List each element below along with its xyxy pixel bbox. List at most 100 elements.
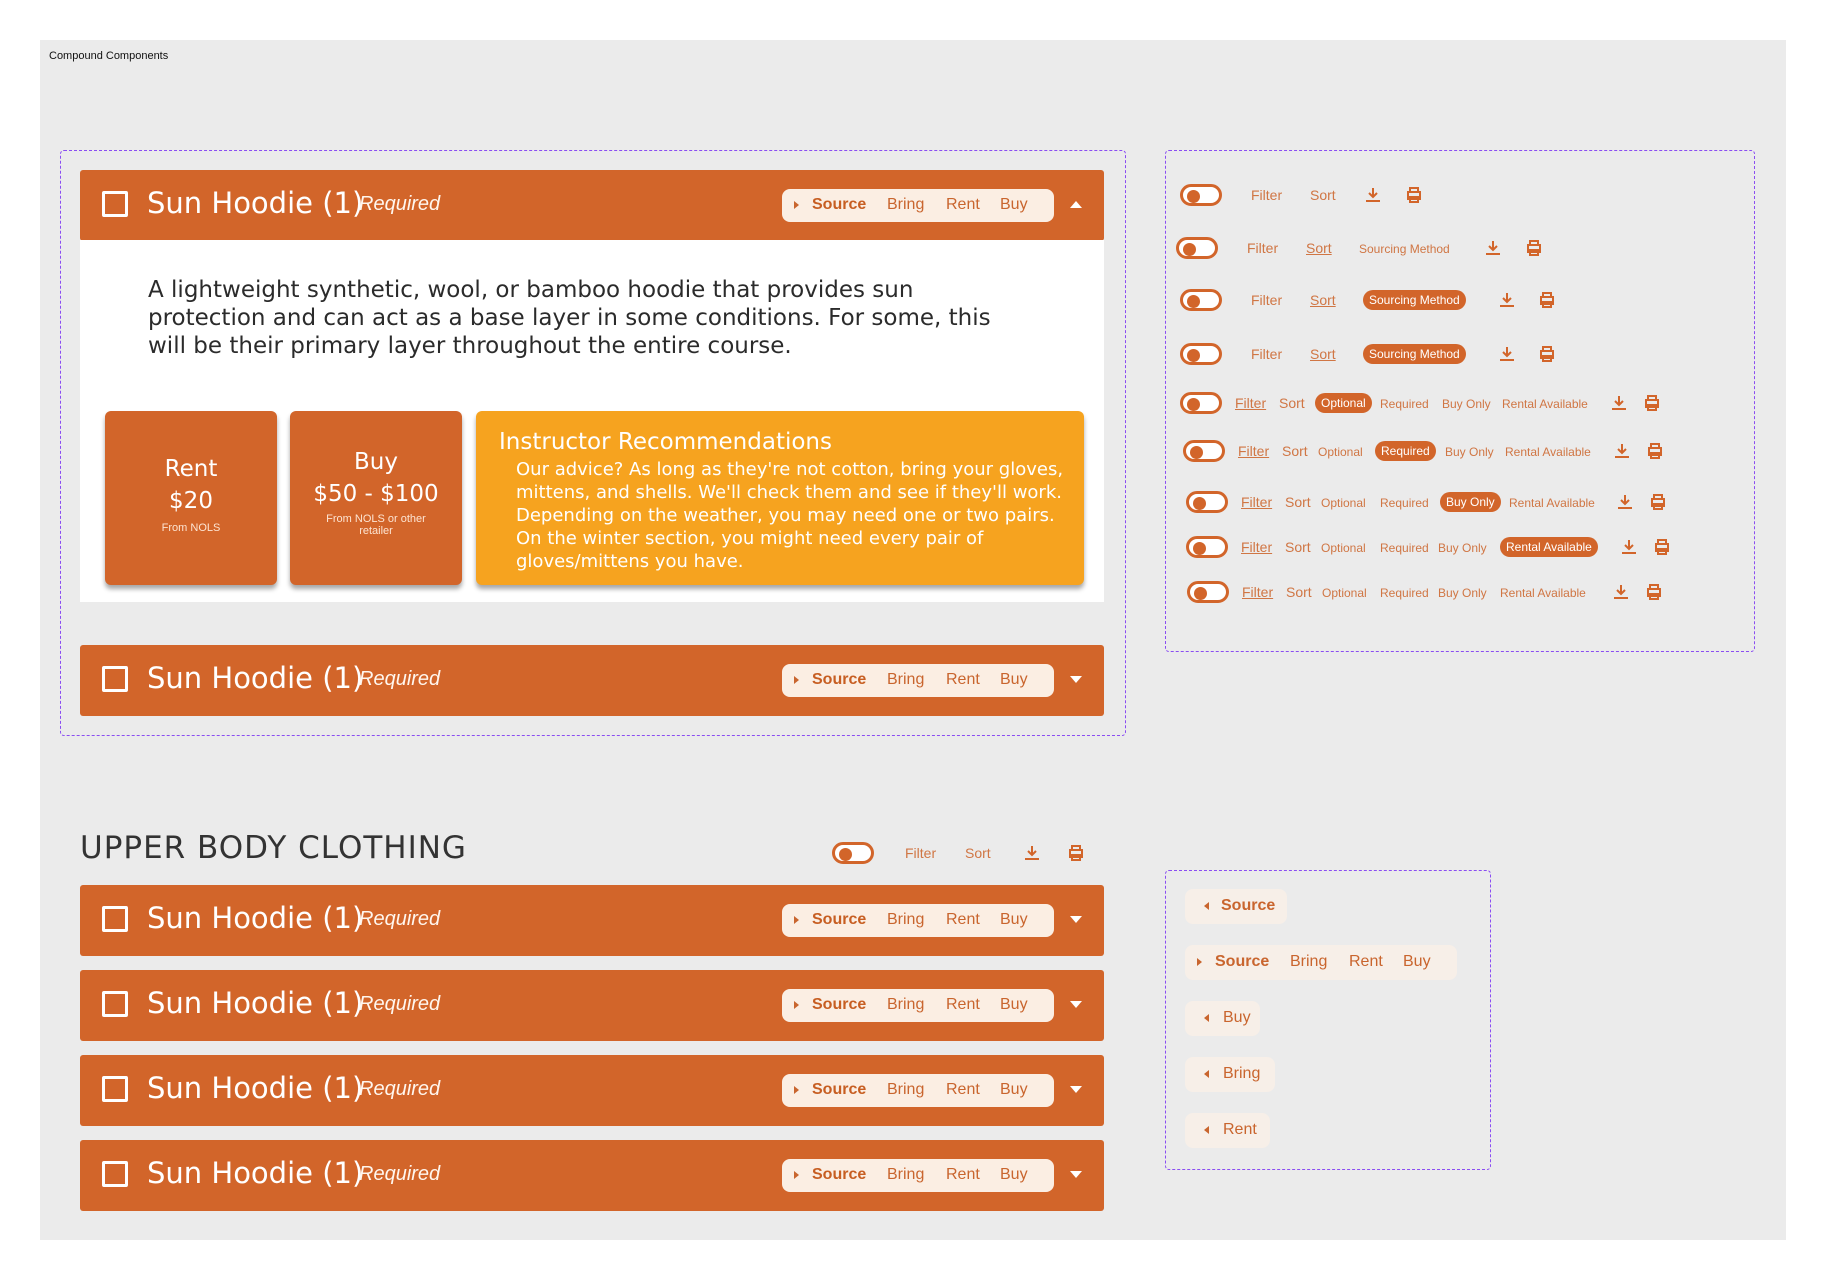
bring-option[interactable]: Bring xyxy=(887,1166,924,1184)
chevron-up-icon[interactable] xyxy=(1070,201,1082,208)
sort-link[interactable]: Sort xyxy=(1285,494,1311,510)
sourcing-selector[interactable]: Source Bring Rent Buy xyxy=(782,664,1054,697)
source-pill-expanded[interactable]: Source Bring Rent Buy xyxy=(1185,945,1457,980)
print-icon[interactable] xyxy=(1066,843,1086,863)
chevron-down-icon[interactable] xyxy=(1070,676,1082,683)
rental-available-link[interactable]: Rental Available xyxy=(1502,397,1588,411)
checkbox-icon[interactable] xyxy=(102,191,128,217)
sort-link[interactable]: Sort xyxy=(1279,395,1305,411)
download-icon[interactable] xyxy=(1619,537,1639,557)
toggle-switch[interactable] xyxy=(1187,581,1229,603)
required-link[interactable]: Required xyxy=(1380,496,1429,510)
print-icon[interactable] xyxy=(1404,185,1424,205)
download-icon[interactable] xyxy=(1497,290,1517,310)
buy-option[interactable]: Buy xyxy=(1000,671,1028,689)
bring-option[interactable]: Bring xyxy=(887,1081,924,1099)
buy-only-link[interactable]: Buy Only xyxy=(1438,541,1487,555)
source-option[interactable]: Source xyxy=(812,196,866,214)
checkbox-icon[interactable] xyxy=(102,991,128,1017)
filter-link[interactable]: Filter xyxy=(1241,494,1272,510)
sort-link[interactable]: Sort xyxy=(1285,539,1311,555)
sort-link[interactable]: Sort xyxy=(1310,187,1336,203)
buy-option[interactable]: Buy xyxy=(1000,1081,1028,1099)
rent-card[interactable]: Rent $20 From NOLS xyxy=(105,411,277,585)
toggle-switch[interactable] xyxy=(1186,491,1228,513)
rent-option[interactable]: Rent xyxy=(946,671,980,689)
optional-link[interactable]: Optional xyxy=(1318,445,1363,459)
rent-option[interactable]: Rent xyxy=(946,1166,980,1184)
buy-option[interactable]: Buy xyxy=(1000,196,1028,214)
rent-option[interactable]: Rent xyxy=(1349,953,1383,971)
sourcing-selector[interactable]: Source Bring Rent Buy xyxy=(782,904,1054,937)
print-icon[interactable] xyxy=(1648,492,1668,512)
chevron-down-icon[interactable] xyxy=(1070,916,1082,923)
toggle-switch[interactable] xyxy=(1180,289,1222,311)
source-option[interactable]: Source xyxy=(1215,953,1269,971)
rental-available-link[interactable]: Rental Available xyxy=(1509,496,1595,510)
checkbox-icon[interactable] xyxy=(102,1076,128,1102)
sort-link[interactable]: Sort xyxy=(1306,240,1332,256)
print-icon[interactable] xyxy=(1642,393,1662,413)
accordion-header-collapsed[interactable]: Sun Hoodie (1) Required Source Bring Ren… xyxy=(80,1055,1104,1126)
print-icon[interactable] xyxy=(1645,441,1665,461)
bring-option[interactable]: Bring xyxy=(1290,953,1327,971)
print-icon[interactable] xyxy=(1644,582,1664,602)
sourcing-method-link[interactable]: Sourcing Method xyxy=(1359,242,1450,256)
download-icon[interactable] xyxy=(1022,843,1042,863)
source-option[interactable]: Source xyxy=(812,911,866,929)
rental-available-chip[interactable]: Rental Available xyxy=(1500,537,1598,557)
source-pill-collapsed[interactable]: Source xyxy=(1185,889,1287,924)
buy-option[interactable]: Buy xyxy=(1000,1166,1028,1184)
accordion-header-collapsed[interactable]: Sun Hoodie (1) Required Source Bring Ren… xyxy=(80,645,1104,716)
bring-option[interactable]: Bring xyxy=(887,911,924,929)
source-option[interactable]: Source xyxy=(812,1166,866,1184)
print-icon[interactable] xyxy=(1537,290,1557,310)
buy-option[interactable]: Buy xyxy=(1403,953,1431,971)
filter-link[interactable]: Filter xyxy=(1247,240,1278,256)
optional-link[interactable]: Optional xyxy=(1321,541,1366,555)
toggle-switch[interactable] xyxy=(1186,536,1228,558)
download-icon[interactable] xyxy=(1497,344,1517,364)
sourcing-method-chip[interactable]: Sourcing Method xyxy=(1363,290,1466,310)
download-icon[interactable] xyxy=(1609,393,1629,413)
download-icon[interactable] xyxy=(1612,441,1632,461)
source-option[interactable]: Source xyxy=(812,671,866,689)
rent-option[interactable]: Rent xyxy=(946,1081,980,1099)
buy-option[interactable]: Buy xyxy=(1000,996,1028,1014)
accordion-header-collapsed[interactable]: Sun Hoodie (1) Required Source Bring Ren… xyxy=(80,885,1104,956)
buy-only-link[interactable]: Buy Only xyxy=(1442,397,1491,411)
download-icon[interactable] xyxy=(1483,238,1503,258)
buy-only-chip[interactable]: Buy Only xyxy=(1440,492,1501,512)
filter-link[interactable]: Filter xyxy=(905,845,936,861)
optional-chip[interactable]: Optional xyxy=(1315,393,1372,413)
source-option[interactable]: Source xyxy=(812,996,866,1014)
chevron-down-icon[interactable] xyxy=(1070,1001,1082,1008)
download-icon[interactable] xyxy=(1615,492,1635,512)
accordion-header-collapsed[interactable]: Sun Hoodie (1) Required Source Bring Ren… xyxy=(80,970,1104,1041)
rent-option[interactable]: Rent xyxy=(946,996,980,1014)
required-link[interactable]: Required xyxy=(1380,586,1429,600)
checkbox-icon[interactable] xyxy=(102,666,128,692)
rent-option[interactable]: Rent xyxy=(946,911,980,929)
sort-link[interactable]: Sort xyxy=(1286,584,1312,600)
chevron-down-icon[interactable] xyxy=(1070,1086,1082,1093)
toggle-switch[interactable] xyxy=(1180,343,1222,365)
toggle-switch[interactable] xyxy=(1180,392,1222,414)
toggle-switch[interactable] xyxy=(1176,237,1218,259)
buy-card[interactable]: Buy $50 - $100 From NOLS or other retail… xyxy=(290,411,462,585)
sort-link[interactable]: Sort xyxy=(1282,443,1308,459)
rent-option[interactable]: Rent xyxy=(1223,1121,1257,1139)
bring-option[interactable]: Bring xyxy=(887,671,924,689)
bring-option[interactable]: Bring xyxy=(887,196,924,214)
buy-option[interactable]: Buy xyxy=(1000,911,1028,929)
rent-option[interactable]: Rent xyxy=(946,196,980,214)
required-link[interactable]: Required xyxy=(1380,397,1429,411)
required-chip[interactable]: Required xyxy=(1375,441,1436,461)
optional-link[interactable]: Optional xyxy=(1322,586,1367,600)
download-icon[interactable] xyxy=(1611,582,1631,602)
chevron-down-icon[interactable] xyxy=(1070,1171,1082,1178)
print-icon[interactable] xyxy=(1537,344,1557,364)
sourcing-selector[interactable]: Source Bring Rent Buy xyxy=(782,1074,1054,1107)
filter-link[interactable]: Filter xyxy=(1241,539,1272,555)
checkbox-icon[interactable] xyxy=(102,1161,128,1187)
